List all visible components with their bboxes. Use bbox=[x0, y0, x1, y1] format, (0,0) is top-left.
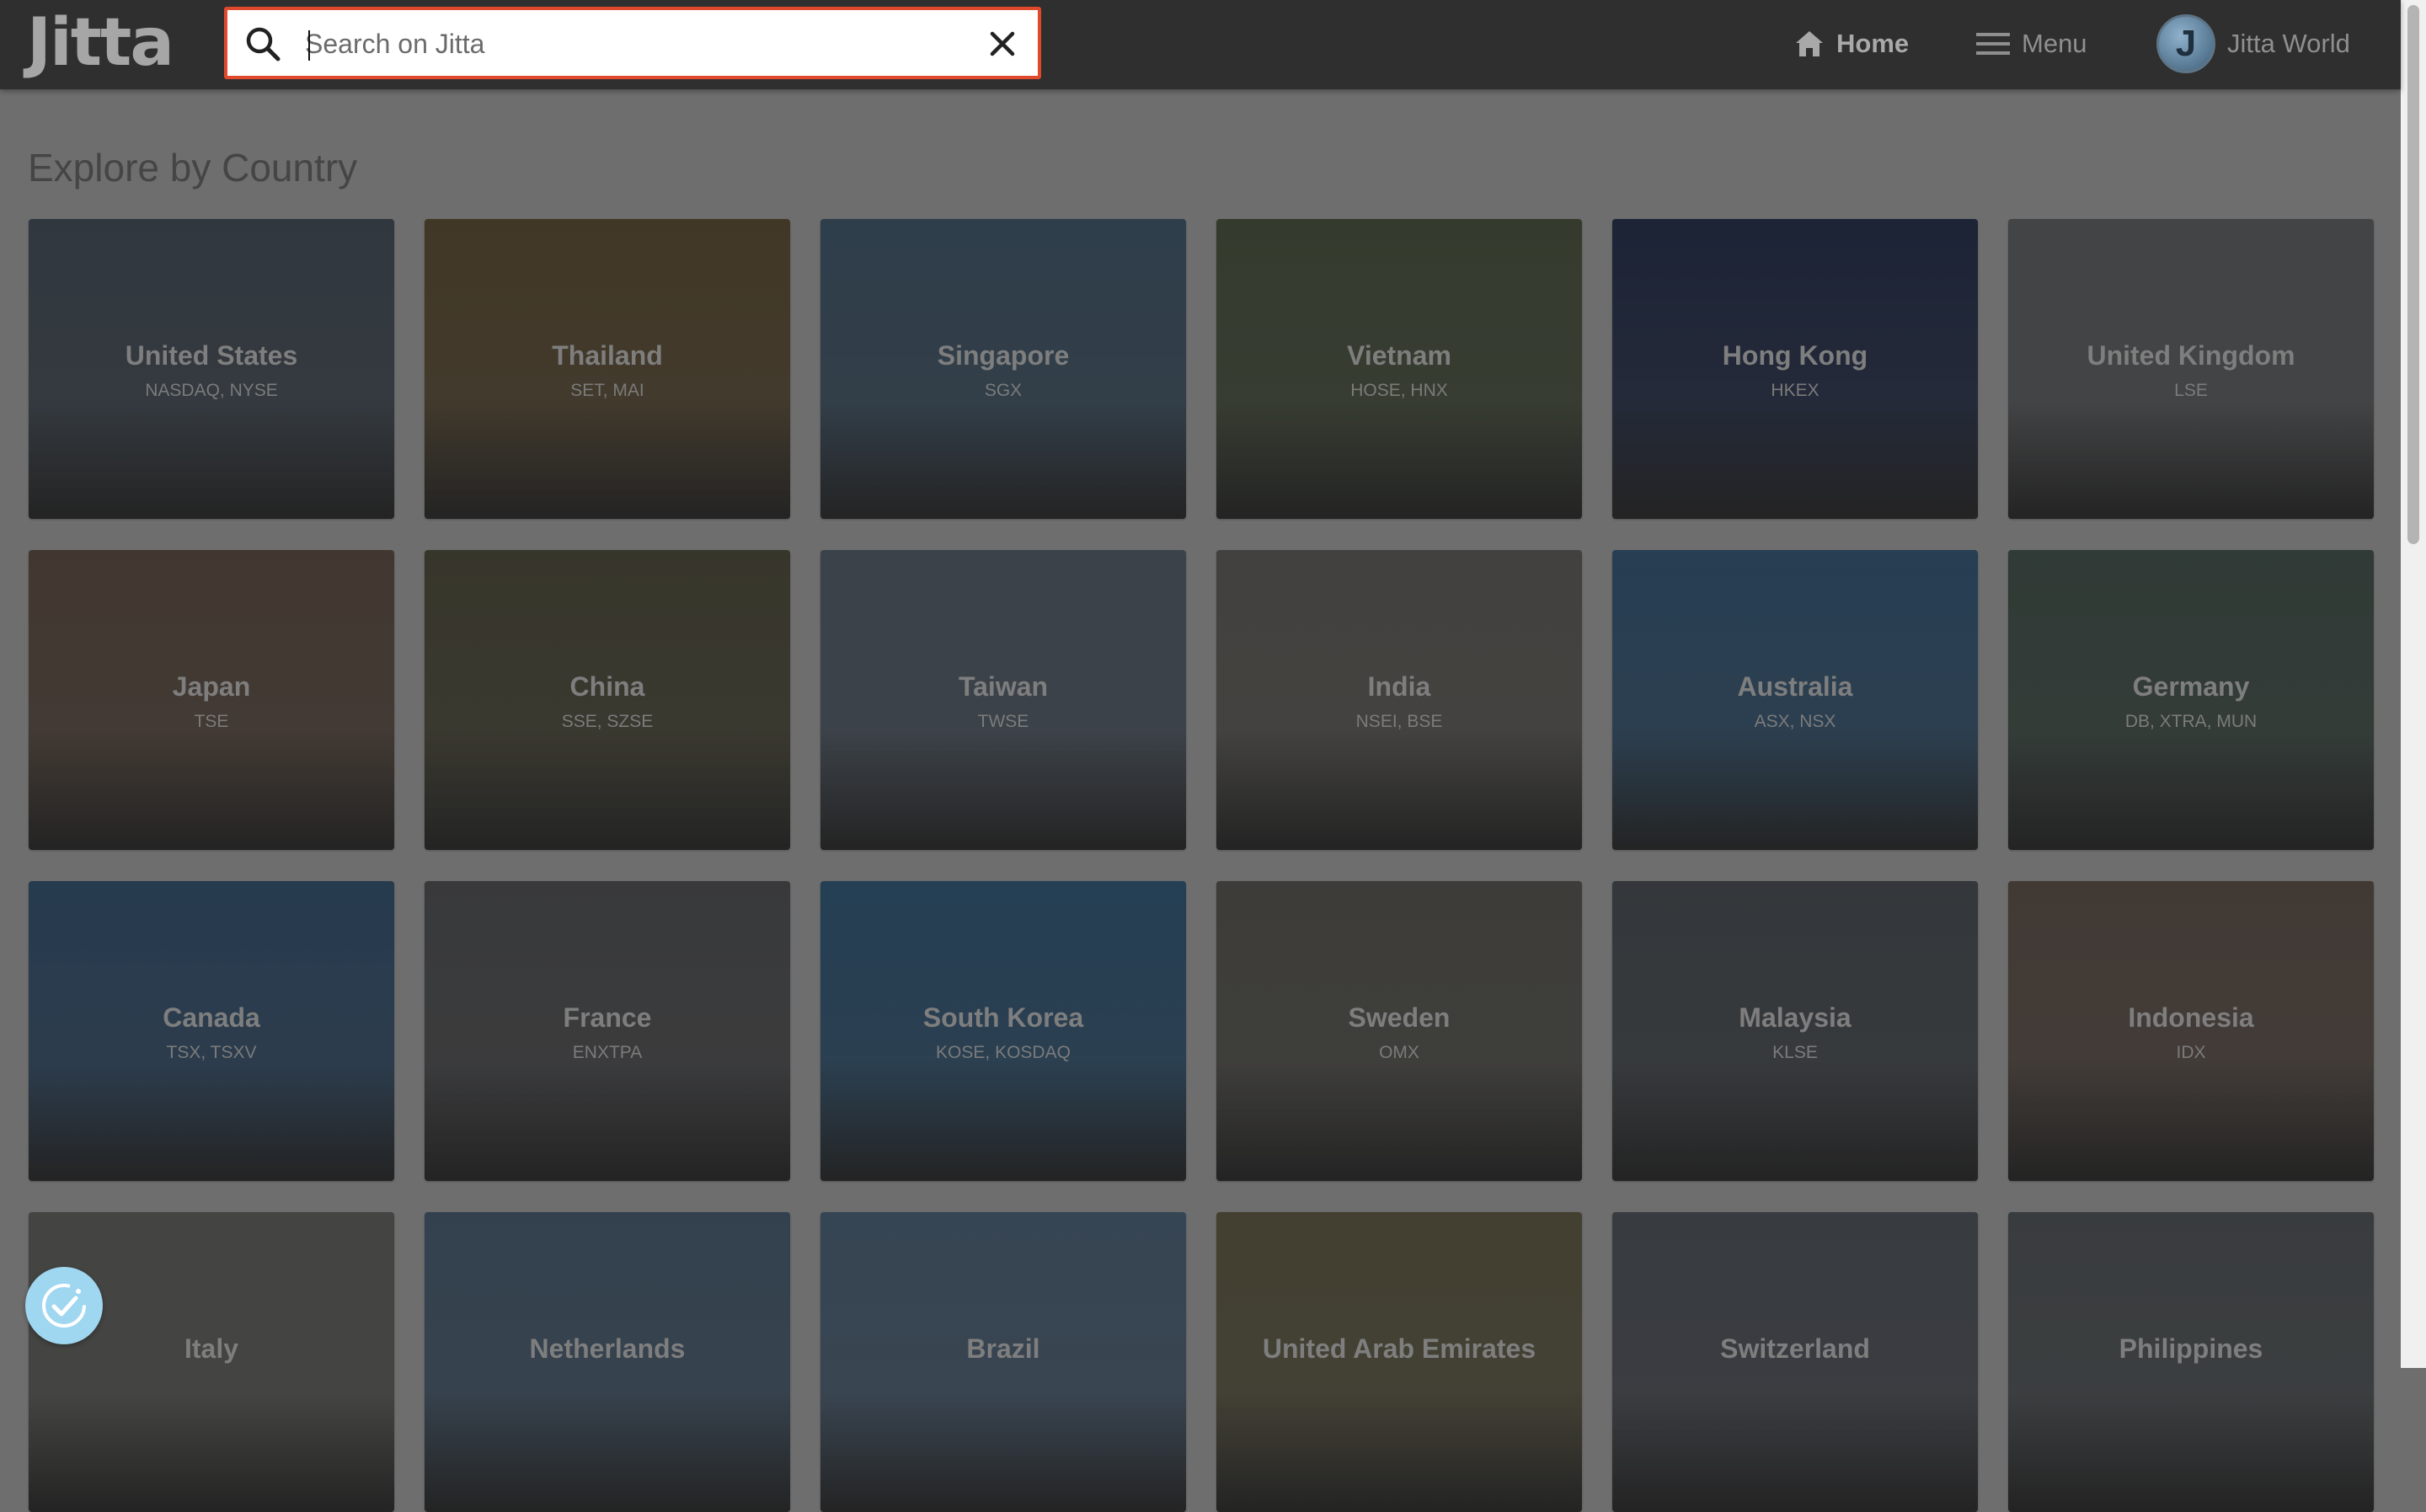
country-card[interactable]: Taiwan TWSE bbox=[820, 550, 1186, 850]
nav-home-label: Home bbox=[1836, 29, 1910, 58]
country-name: United Kingdom bbox=[2087, 340, 2295, 371]
country-name: India bbox=[1367, 671, 1431, 702]
text-cursor bbox=[308, 30, 310, 61]
country-card[interactable]: Singapore SGX bbox=[820, 219, 1186, 519]
search-icon bbox=[246, 27, 281, 61]
country-name: Philippines bbox=[2119, 1333, 2263, 1364]
country-exchanges: ENXTPA bbox=[572, 1043, 643, 1062]
country-card[interactable]: United Arab Emirates bbox=[1216, 1212, 1582, 1512]
country-card[interactable]: United States NASDAQ, NYSE bbox=[29, 219, 394, 519]
jitta-logo[interactable]: Jitta bbox=[27, 5, 174, 81]
page-scrollbar[interactable] bbox=[2401, 0, 2426, 1368]
country-name: Germany bbox=[2132, 671, 2250, 702]
country-card[interactable]: Philippines bbox=[2008, 1212, 2374, 1512]
country-name: Canada bbox=[163, 1002, 260, 1033]
country-name: Switzerland bbox=[1720, 1333, 1870, 1364]
country-exchanges: NSEI, BSE bbox=[1355, 712, 1443, 731]
avatar: J bbox=[2156, 14, 2215, 73]
country-card[interactable]: Thailand SET, MAI bbox=[425, 219, 790, 519]
country-name: United States bbox=[125, 340, 298, 371]
country-card[interactable]: Vietnam HOSE, HNX bbox=[1216, 219, 1582, 519]
country-exchanges: ASX, NSX bbox=[1754, 712, 1836, 731]
country-name: Singapore bbox=[937, 340, 1070, 371]
country-exchanges: SGX bbox=[984, 381, 1023, 400]
country-exchanges: OMX bbox=[1379, 1043, 1419, 1062]
country-card[interactable]: Japan TSE bbox=[29, 550, 394, 850]
close-icon[interactable] bbox=[986, 27, 1019, 61]
country-grid: United States NASDAQ, NYSE Thailand SET, MA… bbox=[29, 219, 2374, 1512]
country-exchanges: TSX, TSXV bbox=[166, 1043, 257, 1062]
country-name: Hong Kong bbox=[1722, 340, 1868, 371]
country-card[interactable]: Italy bbox=[29, 1212, 394, 1512]
hamburger-icon bbox=[1976, 31, 2010, 56]
country-card[interactable]: Canada TSX, TSXV bbox=[29, 881, 394, 1181]
top-navbar: Jitta Home Menu bbox=[0, 0, 2401, 89]
country-card[interactable]: South Korea KOSE, KOSDAQ bbox=[820, 881, 1186, 1181]
country-card[interactable]: Sweden OMX bbox=[1216, 881, 1582, 1181]
country-name: Taiwan bbox=[958, 671, 1049, 702]
country-name: Japan bbox=[172, 671, 251, 702]
country-name: Malaysia bbox=[1739, 1002, 1852, 1033]
country-card[interactable]: United Kingdom LSE bbox=[2008, 219, 2374, 519]
country-name: Vietnam bbox=[1347, 340, 1451, 371]
country-name: Thailand bbox=[552, 340, 663, 371]
accessibility-check-icon bbox=[42, 1284, 86, 1328]
country-name: United Arab Emirates bbox=[1262, 1333, 1536, 1364]
country-card[interactable]: Brazil bbox=[820, 1212, 1186, 1512]
country-exchanges: HKEX bbox=[1771, 381, 1820, 400]
nav-menu-label: Menu bbox=[2022, 29, 2087, 58]
country-card[interactable]: France ENXTPA bbox=[425, 881, 790, 1181]
country-exchanges: TSE bbox=[194, 712, 229, 731]
country-name: France bbox=[563, 1002, 652, 1033]
page-content: Explore by Country United States NASDAQ, … bbox=[0, 89, 2401, 1512]
country-card[interactable]: Germany DB, XTRA, MUN bbox=[2008, 550, 2374, 850]
country-exchanges: KLSE bbox=[1772, 1043, 1818, 1062]
country-exchanges: NASDAQ, NYSE bbox=[145, 381, 278, 400]
country-exchanges: TWSE bbox=[977, 712, 1029, 731]
nav-user[interactable]: J Jitta World bbox=[2156, 8, 2350, 79]
country-exchanges: LSE bbox=[2174, 381, 2208, 400]
country-name: Australia bbox=[1737, 671, 1853, 702]
home-icon bbox=[1794, 29, 1825, 58]
country-name: Sweden bbox=[1348, 1002, 1451, 1033]
country-exchanges: IDX bbox=[2176, 1043, 2206, 1062]
country-exchanges: DB, XTRA, MUN bbox=[2124, 712, 2258, 731]
nav-home[interactable]: Home bbox=[1794, 22, 1909, 66]
nav-menu[interactable]: Menu bbox=[1976, 22, 2087, 66]
country-card[interactable]: Switzerland bbox=[1612, 1212, 1978, 1512]
country-name: China bbox=[569, 671, 645, 702]
country-card[interactable]: China SSE, SZSE bbox=[425, 550, 790, 850]
country-name: Indonesia bbox=[2128, 1002, 2254, 1033]
scrollbar-thumb[interactable] bbox=[2407, 5, 2419, 544]
country-exchanges: SSE, SZSE bbox=[561, 712, 654, 731]
country-name: South Korea bbox=[922, 1002, 1084, 1033]
country-card[interactable]: Netherlands bbox=[425, 1212, 790, 1512]
search-box[interactable] bbox=[224, 7, 1041, 79]
country-card[interactable]: Indonesia IDX bbox=[2008, 881, 2374, 1181]
country-name: Netherlands bbox=[529, 1333, 686, 1364]
country-exchanges: KOSE, KOSDAQ bbox=[936, 1043, 1071, 1062]
country-card[interactable]: India NSEI, BSE bbox=[1216, 550, 1582, 850]
search-input[interactable] bbox=[305, 22, 945, 66]
country-exchanges: SET, MAI bbox=[570, 381, 644, 400]
country-exchanges: HOSE, HNX bbox=[1350, 381, 1448, 400]
country-name: Brazil bbox=[966, 1333, 1040, 1364]
country-card[interactable]: Hong Kong HKEX bbox=[1612, 219, 1978, 519]
section-title: Explore by Country bbox=[28, 146, 358, 190]
country-card[interactable]: Australia ASX, NSX bbox=[1612, 550, 1978, 850]
nav-user-label: Jitta World bbox=[2227, 29, 2350, 58]
country-card[interactable]: Malaysia KLSE bbox=[1612, 881, 1978, 1181]
accessibility-check-button[interactable] bbox=[25, 1267, 103, 1344]
